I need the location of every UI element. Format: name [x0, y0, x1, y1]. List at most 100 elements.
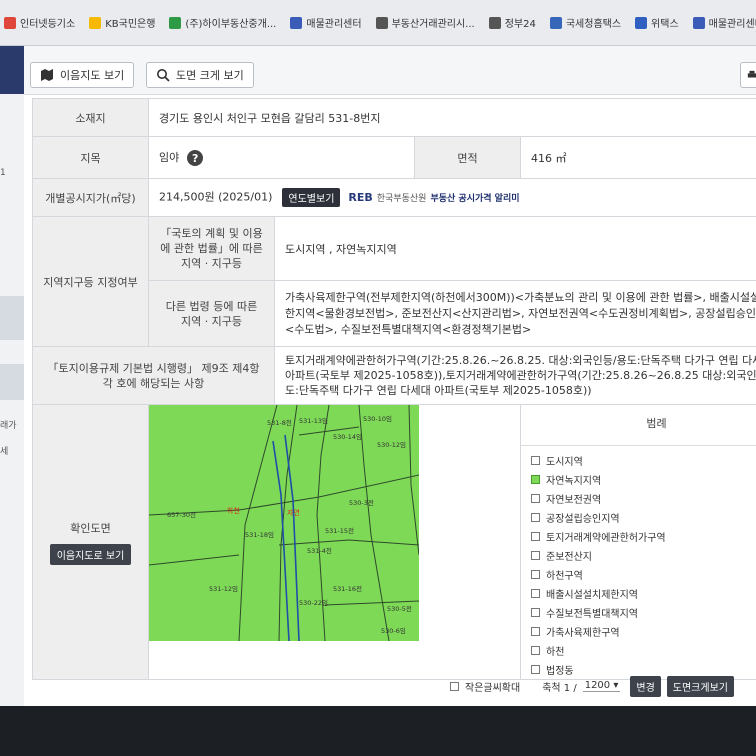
legend-swatch	[531, 608, 540, 617]
bookmark-favicon-icon	[290, 16, 303, 29]
reb-logo-mark: REB	[348, 191, 373, 204]
legend-label: 공장설립승인지역	[546, 514, 620, 525]
price-label: 개별공시지가(㎡당)	[32, 178, 149, 217]
sidebar-text-3[interactable]: 세	[0, 444, 24, 457]
map-view-label: 이음지도 보기	[60, 69, 125, 82]
legend-cell: 범례 도시지역 자연녹지지역 자연보전권역 공장설립승인지역 토지거래계약에관한허가구역…	[520, 404, 756, 680]
scale-label: 축척 1 /	[542, 682, 577, 694]
legend-item: 가축사육제한구역	[531, 622, 756, 641]
zone-val2: 가축사육제한구역(전부제한지역(하천에서300M))<가축분뇨의 관리 및 이용…	[274, 280, 756, 347]
toolbar: 이음지도 보기 도면 크게 보기	[24, 46, 756, 95]
area-label: 면적	[414, 136, 521, 179]
chevron-down-icon: ▾	[613, 680, 619, 691]
map-footer: 작은글씨확대 축척 1 / 1200 ▾ 변경 도면크게보기	[450, 671, 756, 701]
legend-label: 자연녹지지역	[546, 476, 602, 487]
parcel-label: 531-8천	[267, 418, 292, 427]
parcel-label: 531-18임	[245, 531, 274, 539]
parcel-label: 531-16전	[333, 584, 362, 593]
bookmark-item[interactable]: 매물관리센터 - MK...	[692, 15, 756, 30]
bookmark-item[interactable]: KB국민은행	[89, 15, 155, 30]
legend-label: 가축사육제한구역	[546, 628, 620, 639]
zoom-view-button[interactable]: 도면 크게 보기	[146, 62, 254, 88]
bookmark-item[interactable]: 부동산거래관리시...	[375, 15, 475, 30]
legend-item: 하천	[531, 641, 756, 660]
monitor-bezel	[0, 706, 756, 756]
plan-label-cell: 확인도면이음지도로 보기	[32, 404, 149, 680]
bookmark-label: 인터넷등기소	[20, 19, 76, 30]
bookmark-favicon-icon	[4, 16, 16, 29]
zoom-view-label: 도면 크게 보기	[176, 69, 244, 82]
bookmark-label: 부동산거래관리시...	[391, 19, 475, 30]
parcel-label: 530-10임	[363, 415, 392, 423]
legend-item: 자연보전권역	[531, 489, 756, 508]
map-red-label: 하천	[227, 506, 240, 515]
printer-icon	[747, 70, 756, 78]
jimok-cell: 임야?	[148, 136, 415, 179]
sidebar-block-1[interactable]	[0, 296, 24, 340]
bookmark-item[interactable]: 인터넷등기소	[4, 15, 75, 30]
bookmarks-bar: 인터넷등기소 KB국민은행 (주)하이부동산중개... 매물관리센터 부동산거래관리시.…	[0, 0, 756, 46]
legend-label: 하천구역	[546, 571, 583, 582]
legend-title: 범례	[521, 406, 756, 446]
help-icon[interactable]: ?	[187, 150, 204, 166]
small-text-checkbox[interactable]	[450, 681, 459, 691]
legend-item: 공장설립승인지역	[531, 508, 756, 527]
bookmark-item[interactable]: 매물관리센터	[290, 15, 362, 30]
legend-list: 도시지역 자연녹지지역 자연보전권역 공장설립승인지역 토지거래계약에관한허가구역 준보전…	[531, 446, 756, 679]
plan-label: 확인도면	[70, 521, 111, 535]
bookmark-label: 위택스	[651, 19, 679, 30]
legend-swatch	[531, 551, 540, 560]
legend-item: 토지거래계약에관한허가구역	[531, 527, 756, 546]
legend-item: 배출시설설치제한지역	[531, 584, 756, 603]
parcel-label: 530-6임	[381, 627, 406, 635]
map-view-button[interactable]: 이음지도 보기	[30, 62, 135, 88]
address-label: 소재지	[32, 98, 149, 137]
bookmark-favicon-icon	[488, 16, 501, 29]
legend-swatch	[531, 646, 540, 655]
legend-label: 자연보전권역	[546, 495, 602, 506]
bookmark-favicon-icon	[635, 16, 648, 29]
bookmark-label: (주)하이부동산중개...	[185, 19, 277, 30]
reb-logo[interactable]: REB 한국부동산원 부동산 공시가격 알리미	[348, 191, 519, 204]
bookmark-favicon-icon	[375, 16, 388, 29]
year-view-button[interactable]: 연도별보기	[282, 188, 341, 207]
bookmark-favicon-icon	[692, 16, 705, 29]
bookmark-label: 국세청홈택스	[565, 19, 622, 30]
address-row: 소재지 경기도 용인시 처인구 모현읍 갈담리 531-8번지	[32, 98, 756, 137]
sidebar-block-2[interactable]	[0, 364, 24, 400]
sidebar-text-2[interactable]: 래가	[0, 418, 24, 431]
zone-val1: 도시지역 , 자연녹지지역	[274, 216, 756, 281]
zoom-plan-button[interactable]: 도면크게보기	[666, 675, 734, 697]
scale-value: 1200	[584, 680, 611, 691]
legend-swatch	[531, 532, 540, 541]
legend-swatch	[531, 494, 540, 503]
bookmark-favicon-icon	[549, 16, 562, 29]
print-button[interactable]	[740, 62, 756, 88]
search-icon	[157, 69, 170, 82]
bookmark-item[interactable]: 국세청홈택스	[549, 15, 622, 30]
scale-apply-button[interactable]: 변경	[630, 675, 661, 697]
legend-label: 준보전산지	[546, 552, 592, 563]
parcel-label: 657-30천	[167, 510, 196, 519]
main-content: 이음지도 보기 도면 크게 보기 소재지 경기도 용인시 처인구 모현읍 갈담리…	[24, 46, 756, 706]
bookmark-item[interactable]: (주)하이부동산중개...	[169, 15, 276, 30]
bookmark-item[interactable]: 위택스	[635, 15, 679, 30]
sidebar-header-block	[0, 46, 24, 94]
zone-sub1-label: 「국토의 계획 및 이용에 관한 법률」에 따른 지역 · 지구등	[148, 216, 275, 281]
parcel-label: 530-12임	[377, 441, 406, 449]
parcel-map[interactable]: 531-8천 531-13임 530-10임 530-14임 530-12임 657-30…	[149, 405, 419, 641]
plan-row: 확인도면 이음지도로 보기 531-8천 531-13임 530-10임 530…	[32, 404, 756, 680]
bookmark-item[interactable]: 정부24	[488, 15, 536, 30]
zone-row-1: 지역지구등 지정여부 「국토의 계획 및 이용에 관한 법률」에 따른 지역 ·…	[32, 216, 756, 347]
scale-select[interactable]: 1200 ▾	[582, 680, 621, 692]
reg-value: 토지거래계약에관한허가구역(기간:25.8.26.~26.8.25. 대상:외국…	[274, 346, 756, 405]
bookmark-label: 정부24	[504, 19, 536, 30]
parcel-label: 530-5전	[387, 604, 412, 613]
plan-map-button[interactable]: 이음지도로 보기	[49, 543, 132, 565]
bookmark-label: 매물관리센터	[306, 19, 362, 30]
legend-item: 수질보전특별대책지역	[531, 603, 756, 622]
reb-logo-sub: 부동산 공시가격 알리미	[430, 194, 520, 204]
reg-label: 「토지이용규제 기본법 시행령」 제9조 제4항 각 호에 해당되는 사항	[32, 346, 275, 405]
legend-item: 준보전산지	[531, 546, 756, 565]
jimok-value: 임야	[159, 151, 180, 164]
